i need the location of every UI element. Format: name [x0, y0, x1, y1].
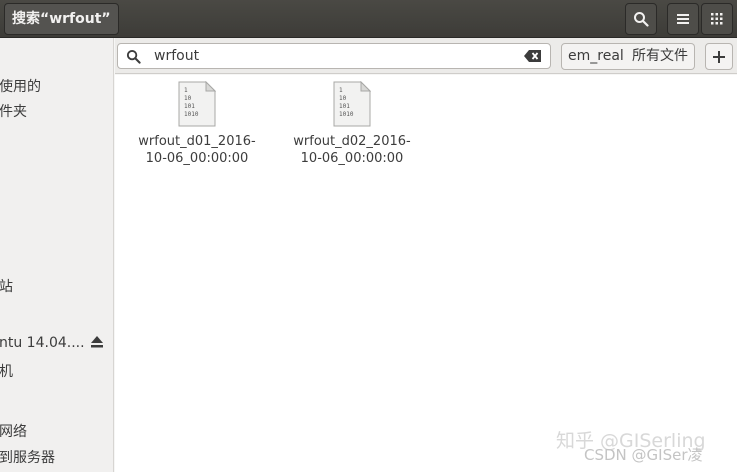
svg-text:1010: 1010 [184, 111, 199, 118]
binary-file-icon: 1 10 101 1010 [333, 81, 371, 127]
file-name: wrfout_d02_2016- 10-06_00:00:00 [282, 133, 422, 167]
svg-text:1010: 1010 [339, 111, 354, 118]
grid-view-button[interactable] [701, 3, 733, 35]
sidebar-item-computer[interactable]: 机 [0, 361, 13, 381]
plus-icon [713, 50, 725, 63]
svg-text:101: 101 [339, 103, 350, 110]
file-name-line1: wrfout_d01_2016- [138, 134, 256, 149]
file-name-line1: wrfout_d02_2016- [293, 134, 411, 149]
svg-text:101: 101 [184, 103, 195, 110]
grid-view-icon [711, 13, 723, 25]
svg-text:10: 10 [339, 95, 347, 102]
sidebar: 使用的 件夹 站 ntu 14.04.... 机 网络 到服务器 [0, 38, 114, 472]
binary-file-icon: 1 10 101 1010 [178, 81, 216, 127]
sidebar-item-trash[interactable]: 站 [0, 276, 13, 296]
search-input[interactable]: wrfout [117, 43, 551, 69]
add-search-criteria-button[interactable] [705, 43, 733, 70]
location-filter-button[interactable]: em_real [561, 43, 631, 70]
watermark-csdn: CSDN @GISer凌 [584, 446, 703, 464]
window-title[interactable]: 搜索“wrfout” [4, 3, 119, 35]
search-button[interactable] [625, 3, 657, 35]
search-bar-row: wrfout em_real 所有文件 [115, 38, 737, 74]
sidebar-item-ubuntu-volume[interactable]: ntu 14.04.... [0, 335, 85, 351]
list-view-button[interactable] [667, 3, 699, 35]
sidebar-item-recent[interactable]: 使用的 [0, 76, 41, 96]
sidebar-item-folder[interactable]: 件夹 [0, 101, 27, 121]
search-query[interactable]: wrfout [154, 48, 199, 64]
sidebar-item-connect-server[interactable]: 到服务器 [0, 447, 55, 467]
svg-text:1: 1 [339, 87, 343, 94]
sidebar-item-network[interactable]: 网络 [0, 421, 27, 441]
svg-text:1: 1 [184, 87, 188, 94]
clear-search-icon[interactable] [524, 49, 542, 63]
list-view-icon [677, 14, 689, 24]
svg-text:10: 10 [184, 95, 192, 102]
file-item[interactable]: 1 10 101 1010 wrfout_d02_2016- 10-06_00:… [282, 81, 422, 167]
search-icon [634, 12, 649, 27]
file-type-filter-button[interactable]: 所有文件 [626, 43, 695, 70]
eject-icon[interactable] [90, 336, 104, 348]
file-name-line2: 10-06_00:00:00 [300, 151, 404, 166]
search-icon [126, 49, 141, 64]
file-name: wrfout_d01_2016- 10-06_00:00:00 [127, 133, 267, 167]
file-name-line2: 10-06_00:00:00 [145, 151, 249, 166]
file-item[interactable]: 1 10 101 1010 wrfout_d01_2016- 10-06_00:… [127, 81, 267, 167]
file-view: 1 10 101 1010 wrfout_d01_2016- 10-06_00:… [115, 75, 737, 472]
header-bar: 搜索“wrfout” [0, 0, 737, 38]
